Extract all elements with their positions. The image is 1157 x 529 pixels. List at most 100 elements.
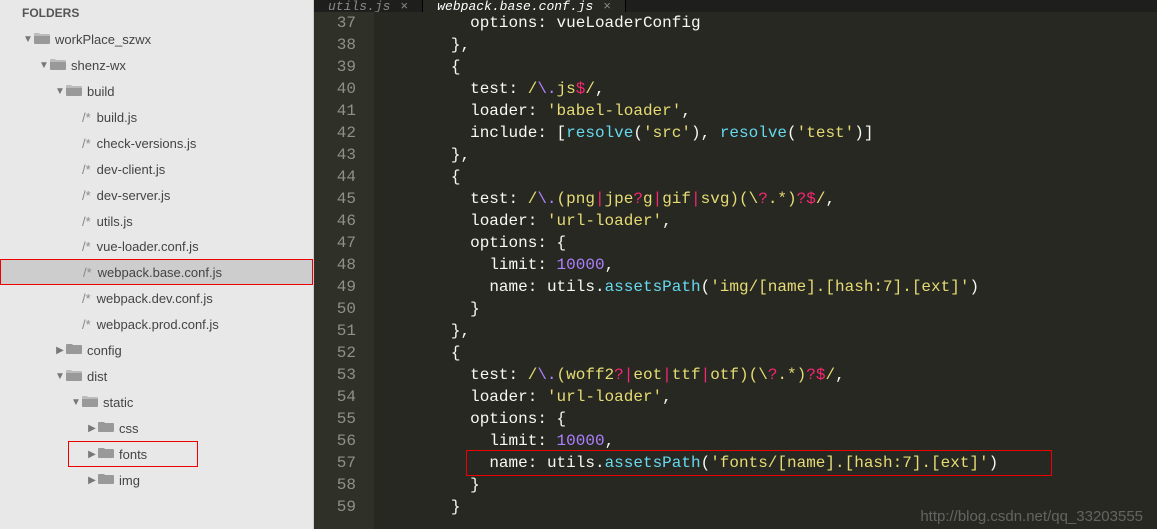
code-line[interactable]: },	[374, 320, 1157, 342]
folder-icon	[98, 447, 114, 462]
code-line[interactable]: name: utils.assetsPath('img/[name].[hash…	[374, 276, 1157, 298]
editor-tab[interactable]: utils.js ×	[314, 0, 423, 12]
disclosure-triangle-icon[interactable]: ▼	[54, 371, 66, 382]
code-line[interactable]: }	[374, 474, 1157, 496]
tree-file[interactable]: /* build.js	[0, 104, 313, 130]
code-line[interactable]: limit: 10000,	[374, 430, 1157, 452]
tree-file[interactable]: /* vue-loader.conf.js	[0, 234, 313, 260]
line-number: 40	[314, 78, 356, 100]
line-number: 52	[314, 342, 356, 364]
file-icon: /*	[82, 291, 91, 306]
code-line[interactable]: options: {	[374, 232, 1157, 254]
disclosure-triangle-icon[interactable]: ▶	[54, 345, 66, 356]
folder-open-icon	[82, 395, 98, 410]
tree-file[interactable]: /* dev-client.js	[0, 156, 313, 182]
tree-item-label: check-versions.js	[97, 136, 197, 151]
tree-folder[interactable]: ▼ dist	[0, 363, 313, 389]
close-icon[interactable]: ×	[603, 0, 611, 12]
tree-item-label: utils.js	[97, 214, 133, 229]
code-content[interactable]: options: vueLoaderConfig }, { test: /\.j…	[374, 12, 1157, 529]
tree-file[interactable]: /*dev-server.js	[0, 182, 313, 208]
code-area: 3738394041424344454647484950515253545556…	[314, 12, 1157, 529]
tree-item-label: webpack.dev.conf.js	[97, 291, 213, 306]
code-line[interactable]: {	[374, 166, 1157, 188]
disclosure-triangle-icon[interactable]: ▼	[38, 60, 50, 71]
tree-file[interactable]: /*webpack.prod.conf.js	[0, 311, 313, 337]
line-number: 41	[314, 100, 356, 122]
tree-folder[interactable]: ▼ shenz-wx	[0, 52, 313, 78]
tree-folder[interactable]: ▶ config	[0, 337, 313, 363]
code-line[interactable]: limit: 10000,	[374, 254, 1157, 276]
tree-item-label: dev-client.js	[97, 162, 166, 177]
tree-folder[interactable]: ▼ static	[0, 389, 313, 415]
tree-folder[interactable]: ▶img	[0, 467, 313, 493]
disclosure-triangle-icon[interactable]: ▶	[86, 449, 98, 460]
folder-icon	[66, 343, 82, 358]
tree-item-label: workPlace_szwx	[55, 32, 151, 47]
code-line[interactable]: test: /\.(png|jpe?g|gif|svg)(\?.*)?$/,	[374, 188, 1157, 210]
code-line[interactable]: },	[374, 34, 1157, 56]
editor-tab[interactable]: webpack.base.conf.js ×	[423, 0, 626, 12]
code-line[interactable]: name: utils.assetsPath('fonts/[name].[ha…	[374, 452, 1157, 474]
file-icon: /*	[82, 214, 91, 229]
code-line[interactable]: loader: 'babel-loader',	[374, 100, 1157, 122]
tree-file[interactable]: /* check-versions.js	[0, 130, 313, 156]
code-line[interactable]: options: vueLoaderConfig	[374, 12, 1157, 34]
code-line[interactable]: options: {	[374, 408, 1157, 430]
disclosure-triangle-icon[interactable]: ▼	[22, 34, 34, 45]
code-line[interactable]: test: /\.(woff2?|eot|ttf|otf)(\?.*)?$/,	[374, 364, 1157, 386]
line-gutter: 3738394041424344454647484950515253545556…	[314, 12, 374, 529]
folder-icon	[98, 473, 114, 488]
tree-item-label: dev-server.js	[97, 188, 171, 203]
disclosure-triangle-icon[interactable]: ▼	[54, 86, 66, 97]
tree-item-label: vue-loader.conf.js	[97, 239, 199, 254]
tree-item-label: shenz-wx	[71, 58, 126, 73]
line-number: 59	[314, 496, 356, 518]
file-icon: /*	[82, 110, 91, 125]
line-number: 37	[314, 12, 356, 34]
disclosure-triangle-icon[interactable]: ▼	[70, 397, 82, 408]
tab-bar: utils.js × webpack.base.conf.js ×	[314, 0, 1157, 12]
code-line[interactable]: loader: 'url-loader',	[374, 210, 1157, 232]
code-line[interactable]: {	[374, 56, 1157, 78]
tab-label: utils.js	[328, 0, 390, 12]
line-number: 38	[314, 34, 356, 56]
tree-folder[interactable]: ▼ workPlace_szwx	[0, 26, 313, 52]
tree-file[interactable]: /* utils.js	[0, 208, 313, 234]
tree-file[interactable]: /* webpack.dev.conf.js	[0, 285, 313, 311]
code-line[interactable]: {	[374, 342, 1157, 364]
disclosure-triangle-icon[interactable]: ▶	[86, 423, 98, 434]
tree-item-label: webpack.prod.conf.js	[97, 317, 219, 332]
line-number: 44	[314, 166, 356, 188]
tree-item-label: static	[103, 395, 133, 410]
file-icon: /*	[82, 239, 91, 254]
tree-item-label: fonts	[119, 447, 147, 462]
file-icon: /*	[82, 162, 91, 177]
line-number: 50	[314, 298, 356, 320]
code-line[interactable]: test: /\.js$/,	[374, 78, 1157, 100]
tree-item-label: dist	[87, 369, 107, 384]
tree-item-label: build	[87, 84, 114, 99]
tree-folder[interactable]: ▼ build	[0, 78, 313, 104]
file-tree: ▼ workPlace_szwx ▼ shenz-wx ▼ build /* build.js…	[0, 26, 313, 493]
file-icon: /*	[83, 265, 92, 280]
code-line[interactable]: include: [resolve('src'), resolve('test'…	[374, 122, 1157, 144]
code-line[interactable]: loader: 'url-loader',	[374, 386, 1157, 408]
tree-item-label: config	[87, 343, 122, 358]
file-icon: /*	[82, 136, 91, 151]
tree-folder[interactable]: ▶ fonts	[68, 441, 198, 467]
code-line[interactable]: },	[374, 144, 1157, 166]
tree-folder[interactable]: ▶css	[0, 415, 313, 441]
disclosure-triangle-icon[interactable]: ▶	[86, 475, 98, 486]
tree-item-label: build.js	[97, 110, 137, 125]
folder-icon	[98, 421, 114, 436]
tree-file[interactable]: /*webpack.base.conf.js	[0, 259, 313, 285]
line-number: 39	[314, 56, 356, 78]
line-number: 48	[314, 254, 356, 276]
folder-open-icon	[66, 84, 82, 99]
line-number: 57	[314, 452, 356, 474]
line-number: 43	[314, 144, 356, 166]
close-icon[interactable]: ×	[400, 0, 408, 12]
code-line[interactable]: }	[374, 298, 1157, 320]
tab-label: webpack.base.conf.js	[437, 0, 593, 12]
